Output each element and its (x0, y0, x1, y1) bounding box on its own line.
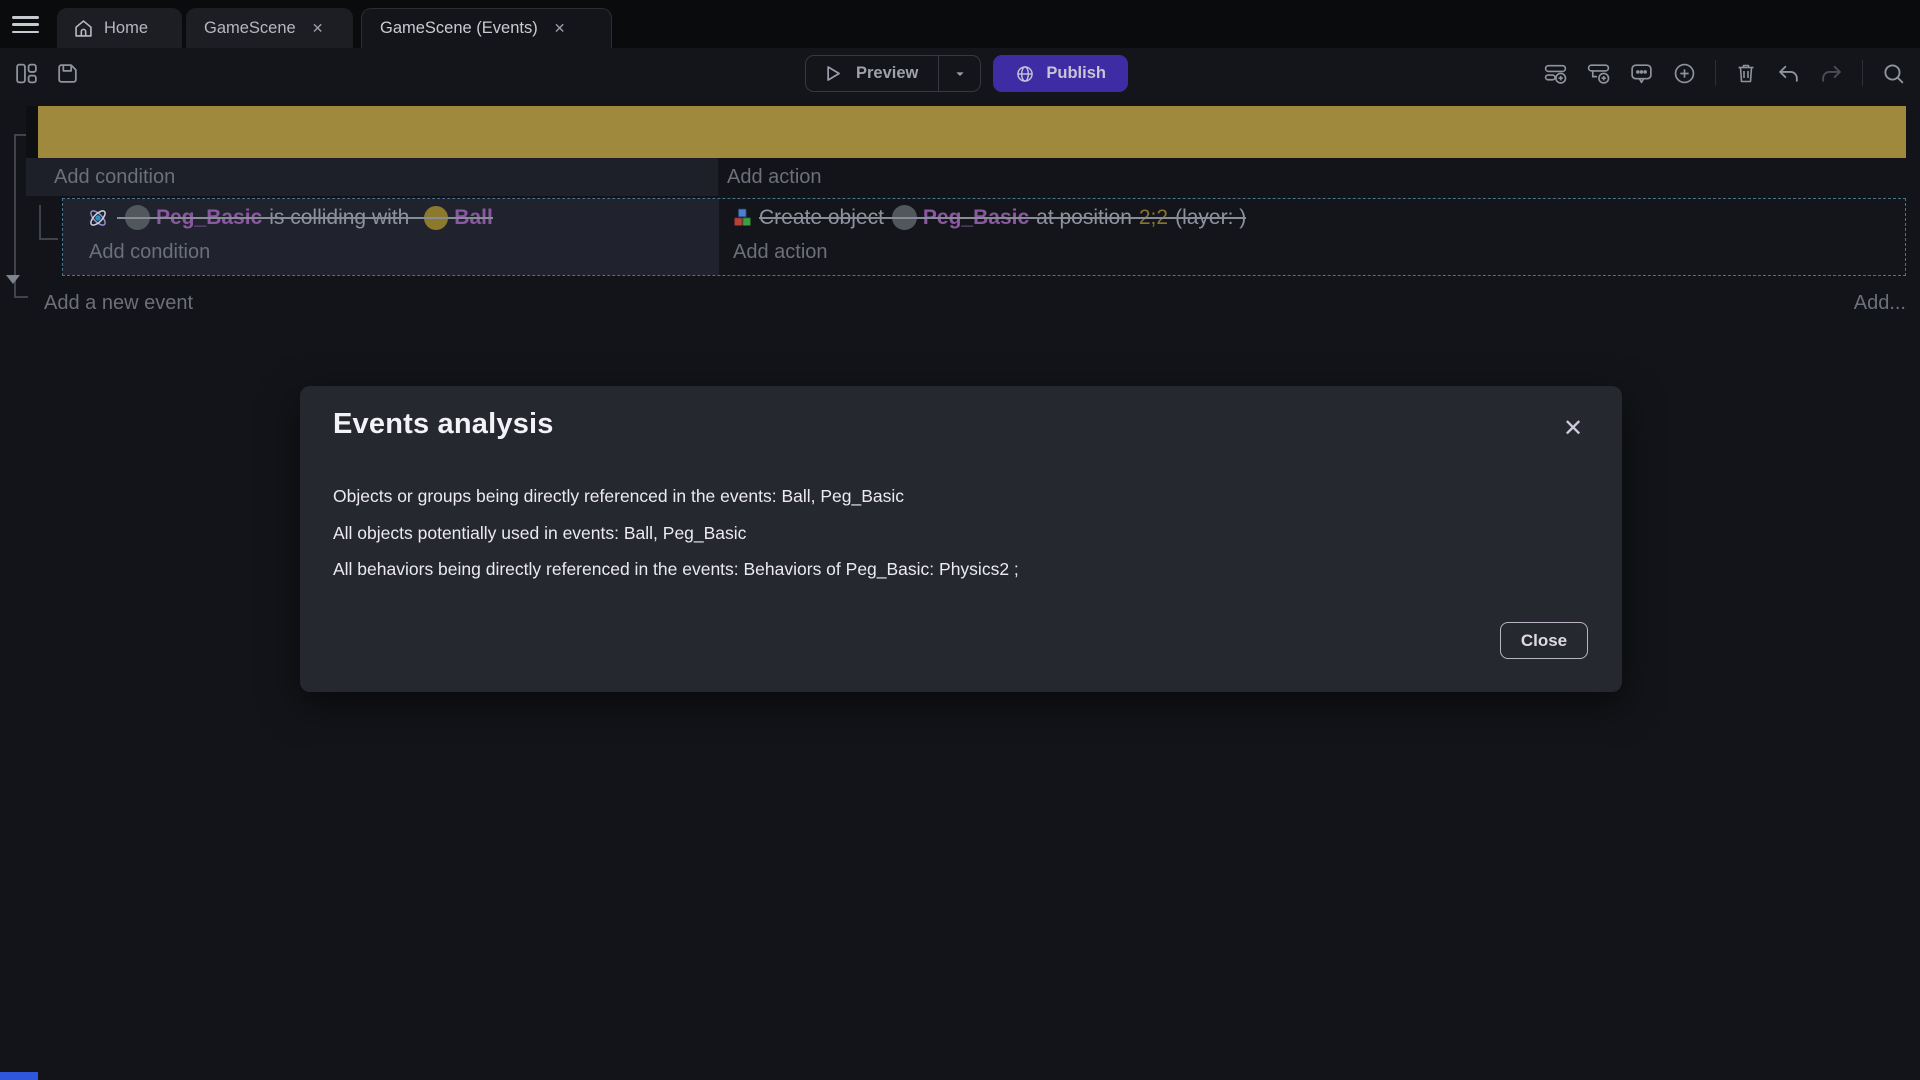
dialog-line-objects-referenced: Objects or groups being directly referen… (333, 478, 1019, 515)
event-row: Add condition Add action (26, 158, 1906, 196)
tree-line (39, 205, 41, 239)
tree-line (14, 296, 28, 298)
close-button[interactable]: Close (1500, 622, 1588, 659)
add-action-button[interactable]: Add action (733, 241, 828, 264)
tab-gamescene[interactable]: GameScene ✕ (186, 8, 353, 48)
create-object-icon (732, 207, 753, 228)
undo-icon[interactable] (1776, 61, 1801, 86)
condition-text: is colliding with (269, 206, 409, 230)
tab-bar: Home GameScene ✕ GameScene (Events) ✕ (0, 0, 1920, 48)
toolbar-divider (1715, 60, 1716, 86)
dialog-title: Events analysis (333, 408, 554, 441)
add-comment-icon[interactable] (1629, 61, 1654, 86)
add-subevent-icon[interactable] (1586, 61, 1611, 86)
add-condition-button[interactable]: Add condition (89, 241, 210, 264)
condition-object2: Ball (454, 206, 493, 230)
toolbar: Preview Publish (0, 48, 1920, 98)
tree-line (14, 134, 16, 298)
selected-event-row[interactable]: Peg_Basic is colliding with Ball Add con… (62, 198, 1906, 276)
events-analysis-dialog: Events analysis ✕ Objects or groups bein… (300, 386, 1622, 692)
search-icon[interactable] (1881, 61, 1906, 86)
toolbar-divider (1862, 60, 1863, 86)
preview-label: Preview (856, 64, 918, 83)
action-verb: Create object (759, 206, 884, 230)
choose-event-icon[interactable] (1672, 61, 1697, 86)
comment-row[interactable] (38, 106, 1906, 158)
add-condition-button[interactable]: Add condition (54, 166, 175, 189)
action-object: Peg_Basic (923, 206, 1029, 230)
action-text: at position (1036, 206, 1132, 230)
tree-line (14, 134, 26, 136)
dialog-body: Objects or groups being directly referen… (333, 478, 1019, 588)
peg-basic-object-icon (125, 205, 150, 230)
publish-label: Publish (1046, 64, 1106, 83)
collapse-event-icon[interactable] (6, 275, 20, 284)
add-event-icon[interactable] (1543, 61, 1568, 86)
action-line[interactable]: Create object Peg_Basic at position 2;2 … (732, 205, 1246, 230)
actions-cell: Add action (718, 158, 1906, 196)
toggle-panels-icon[interactable] (14, 61, 39, 86)
preview-options-button[interactable] (938, 56, 980, 91)
dialog-close-icon[interactable]: ✕ (1556, 412, 1590, 446)
chevron-down-icon (952, 66, 968, 82)
add-action-button[interactable]: Add action (727, 166, 822, 189)
comment-drag-handle[interactable] (26, 106, 38, 158)
preview-split-button: Preview (805, 55, 981, 92)
play-icon (822, 63, 843, 84)
home-icon (73, 18, 94, 39)
tree-line (39, 238, 58, 240)
action-coords: 2;2 (1139, 206, 1168, 230)
tab-gamescene-label: GameScene (204, 19, 296, 38)
tab-gamescene-events-close-icon[interactable]: ✕ (554, 20, 566, 37)
tab-gamescene-events-label: GameScene (Events) (380, 19, 538, 38)
add-more-button[interactable]: Add... (1854, 292, 1906, 315)
condition-line[interactable]: Peg_Basic is colliding with Ball (87, 205, 493, 230)
globe-icon (1015, 64, 1035, 84)
action-layer-text: (layer: ) (1175, 206, 1246, 230)
conditions-cell: Add condition (26, 158, 718, 196)
publish-button[interactable]: Publish (993, 55, 1128, 92)
save-icon[interactable] (55, 61, 80, 86)
main-menu-icon[interactable] (12, 16, 42, 38)
peg-basic-object-icon (892, 205, 917, 230)
actions-cell: Create object Peg_Basic at position 2;2 … (719, 199, 1905, 275)
redo-icon[interactable] (1819, 61, 1844, 86)
bottom-left-accent (0, 1072, 38, 1080)
preview-button[interactable]: Preview (806, 56, 938, 91)
delete-icon[interactable] (1734, 61, 1758, 85)
dialog-line-objects-used: All objects potentially used in events: … (333, 515, 1019, 552)
add-new-event-button[interactable]: Add a new event (44, 292, 193, 315)
tab-home[interactable]: Home (57, 8, 182, 48)
ball-object-icon (424, 206, 448, 230)
physics-behavior-icon (87, 207, 109, 229)
conditions-cell: Peg_Basic is colliding with Ball Add con… (63, 199, 719, 275)
dialog-line-behaviors: All behaviors being directly referenced … (333, 551, 1019, 588)
tab-home-label: Home (104, 19, 148, 38)
tab-gamescene-close-icon[interactable]: ✕ (312, 20, 324, 37)
condition-object1: Peg_Basic (156, 206, 262, 230)
tab-gamescene-events[interactable]: GameScene (Events) ✕ (361, 8, 612, 48)
